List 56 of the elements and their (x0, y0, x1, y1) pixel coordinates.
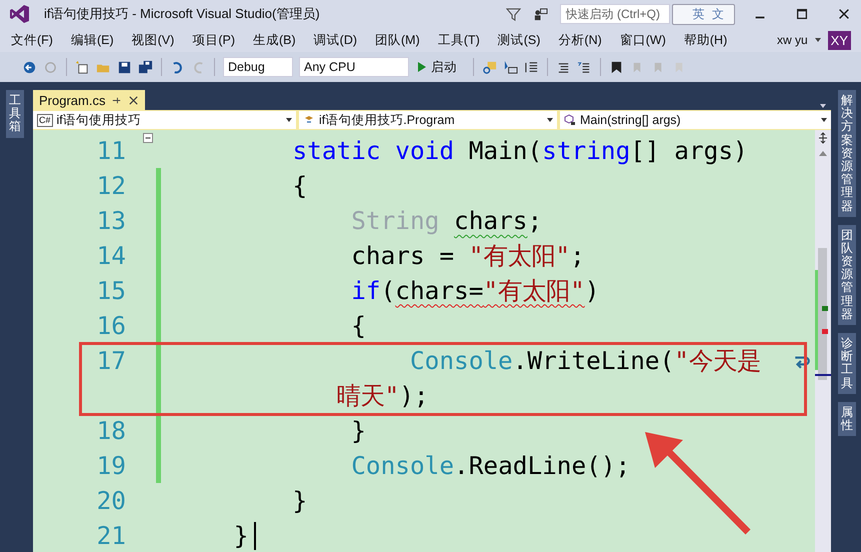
project-name: if语句使用技巧 (56, 112, 141, 128)
line-number: 21 (96, 521, 127, 550)
menu-item[interactable]: 帮助(H) (678, 32, 734, 48)
file-type-badge: C# (37, 114, 53, 126)
code-line: Console.ReadLine(); (351, 451, 630, 480)
panel-tab[interactable]: 团队资源管理器 (838, 224, 856, 325)
code-line: if(chars="有太阳") (351, 274, 600, 306)
toolbox-panel-tab[interactable]: 工具箱 (6, 90, 24, 138)
menu-item[interactable]: 窗口(W) (614, 32, 673, 48)
line-number: 13 (96, 206, 127, 235)
panel-tab[interactable]: 诊断工具 (838, 333, 856, 394)
code-line: { (351, 311, 366, 340)
code-line: Console.WriteLine("今天是 (410, 344, 761, 376)
panel-tab[interactable]: 解决方案资源管理器 (838, 90, 856, 217)
code-line: 晴天"); (336, 380, 429, 412)
configuration-dropdown[interactable]: Debug (223, 57, 293, 77)
line-number: 17 (96, 345, 127, 377)
class-name: if语句使用技巧.Program (319, 112, 455, 128)
menu-item[interactable]: 文件(F) (6, 32, 60, 48)
line-number: 11 (96, 136, 127, 165)
menu-item[interactable]: 测试(S) (492, 32, 548, 48)
line-number: 15 (96, 276, 127, 305)
code-line: static void Main(string[] args) (292, 136, 748, 165)
menu-item[interactable]: 工具(T) (432, 32, 487, 48)
document-tab[interactable]: Program.cs (33, 90, 146, 110)
account-name[interactable]: xw yu (776, 33, 808, 47)
code-line: String chars; (351, 206, 542, 235)
project-dropdown[interactable]: C# if语句使用技巧 (33, 111, 296, 129)
menu-item[interactable]: 项目(P) (187, 32, 242, 48)
line-number: 20 (96, 486, 127, 515)
code-line: } (292, 486, 308, 515)
panel-tab[interactable]: 属性 (838, 402, 856, 436)
member-name: Main(string[] args) (580, 113, 681, 127)
ime-indicator: 英 文 (672, 4, 735, 24)
menu-item[interactable]: 生成(B) (248, 32, 303, 48)
line-number: 14 (96, 241, 127, 270)
menu-item[interactable]: 分析(N) (553, 32, 609, 48)
menu-item[interactable]: 团队(M) (370, 32, 427, 48)
window-title: if语句使用技巧 - Microsoft Visual Studio(管理员) (44, 5, 320, 23)
code-line: { (292, 171, 308, 200)
class-dropdown[interactable]: if语句使用技巧.Program (299, 111, 557, 129)
line-number: 16 (96, 311, 127, 340)
code-line: } (234, 521, 248, 550)
menu-item[interactable]: 视图(V) (126, 32, 182, 48)
code-line: chars = "有太阳"; (351, 240, 585, 272)
line-number: 19 (96, 451, 127, 480)
menu-item[interactable]: 调试(D) (308, 32, 364, 48)
line-number: 12 (96, 171, 127, 200)
quick-launch-field[interactable]: 快速启动 (Ctrl+Q) (560, 4, 670, 24)
menu-item[interactable]: 编辑(E) (66, 32, 121, 48)
member-dropdown[interactable]: Main(string[] args) (560, 111, 831, 129)
line-number: 18 (96, 416, 127, 445)
code-line: } (351, 416, 366, 445)
platform-dropdown[interactable]: Any CPU (299, 57, 409, 77)
account-avatar[interactable]: XY (828, 30, 851, 50)
start-button[interactable]: 启动 (415, 56, 465, 78)
